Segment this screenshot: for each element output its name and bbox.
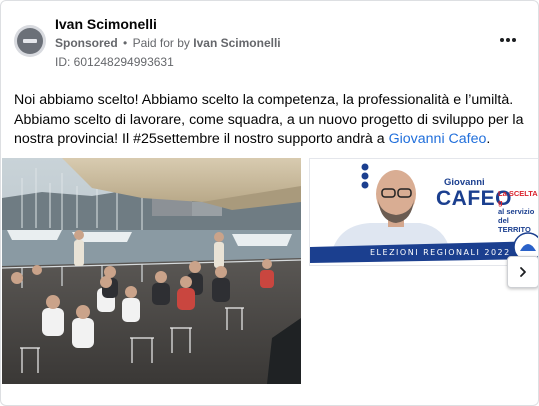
post-text: Noi abbiamo scelto! Abbiamo scelto la co… [14, 91, 526, 150]
mention-link[interactable]: Giovanni Cafeo [389, 131, 487, 147]
tagline-line-1: La SCELTA g [498, 189, 538, 207]
ad-card: Ivan Scimonelli Sponsored • Paid for by … [0, 0, 539, 406]
tagline-line-3: del TERRITO [498, 216, 531, 234]
campaign-tagline: La SCELTA g al servizio del TERRITO [498, 189, 538, 234]
paid-for-name: Ivan Scimonelli [193, 36, 281, 50]
separator-dot: • [123, 36, 128, 50]
page-avatar[interactable] [14, 25, 46, 57]
paid-for-prefix: Paid for by [132, 36, 190, 50]
page-name[interactable]: Ivan Scimonelli [55, 16, 157, 32]
election-banner-text: ELEZIONI REGIONALI 2022 [370, 248, 511, 257]
tagline-line-2: al servizio [498, 207, 535, 216]
more-horizontal-icon-dot [512, 38, 516, 42]
more-horizontal-icon [500, 38, 504, 42]
meeting-photo [2, 158, 301, 384]
ad-id: ID: 601248294993631 [55, 55, 174, 69]
carousel-slide-photo[interactable] [2, 158, 301, 384]
carousel-next-button[interactable] [507, 256, 538, 288]
sponsor-line: Sponsored • Paid for by Ivan Scimonelli [55, 36, 281, 50]
media-carousel: Giovanni CAFEO La SCELTA g al servizio d… [1, 158, 538, 384]
chevron-right-icon [520, 267, 526, 277]
social-icons [361, 163, 369, 189]
carousel-slide-poster[interactable]: Giovanni CAFEO La SCELTA g al servizio d… [309, 158, 538, 266]
more-horizontal-icon-dot [506, 38, 510, 42]
sponsored-label: Sponsored [55, 36, 118, 50]
post-text-end: . [486, 131, 491, 147]
no-entry-icon [17, 28, 43, 54]
more-options-button[interactable] [497, 31, 519, 49]
